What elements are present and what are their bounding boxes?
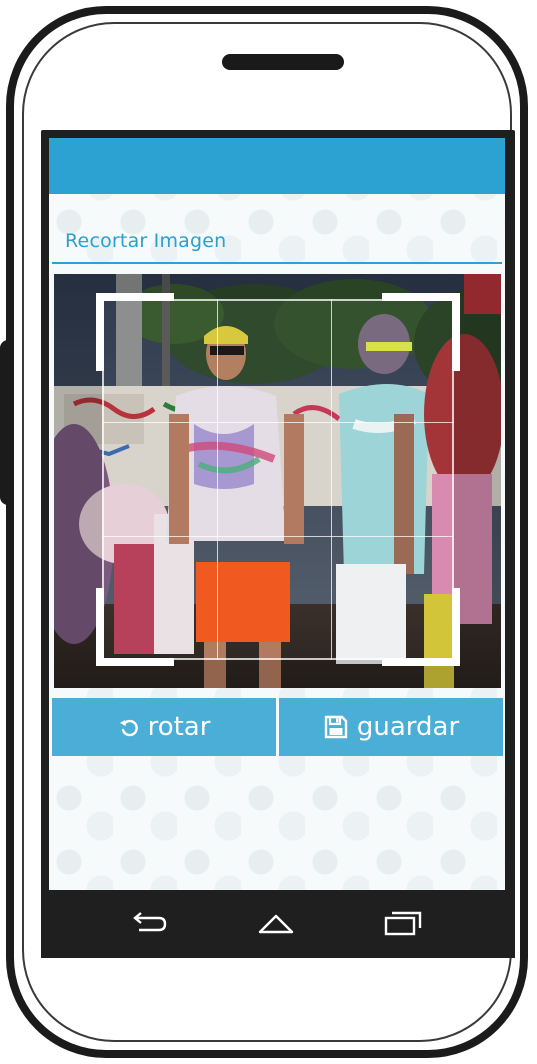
crop-handle-top-right[interactable] — [382, 293, 460, 371]
rotate-button[interactable]: rotar — [52, 698, 276, 756]
save-button[interactable]: guardar — [279, 698, 503, 756]
back-arrow-icon[interactable] — [127, 908, 171, 938]
home-icon[interactable] — [254, 908, 298, 938]
crop-grid-vertical-1 — [217, 299, 218, 660]
save-button-label: guardar — [356, 712, 460, 742]
crop-selection[interactable] — [96, 293, 460, 666]
rotate-icon — [118, 716, 140, 738]
rotate-button-label: rotar — [147, 712, 211, 742]
crop-image[interactable] — [54, 274, 501, 688]
floppy-disk-icon — [323, 714, 349, 740]
crop-grid-horizontal-1 — [102, 422, 454, 423]
section-title: Recortar Imagen — [65, 230, 227, 252]
app-content: Recortar Imagen rotar guardar — [49, 138, 505, 890]
action-bar — [49, 138, 505, 194]
recent-apps-icon[interactable] — [380, 908, 424, 938]
crop-grid-vertical-2 — [331, 299, 332, 660]
device-screen: Recortar Imagen rotar guardar — [41, 130, 515, 958]
speaker-grille — [222, 54, 344, 70]
system-navigation-bar — [41, 890, 515, 958]
crop-handle-bottom-right[interactable] — [382, 588, 460, 666]
section-divider — [52, 262, 502, 264]
crop-handle-top-left[interactable] — [96, 293, 174, 371]
crop-grid-horizontal-2 — [102, 536, 454, 537]
crop-handle-bottom-left[interactable] — [96, 588, 174, 666]
side-volume-button — [0, 340, 12, 505]
